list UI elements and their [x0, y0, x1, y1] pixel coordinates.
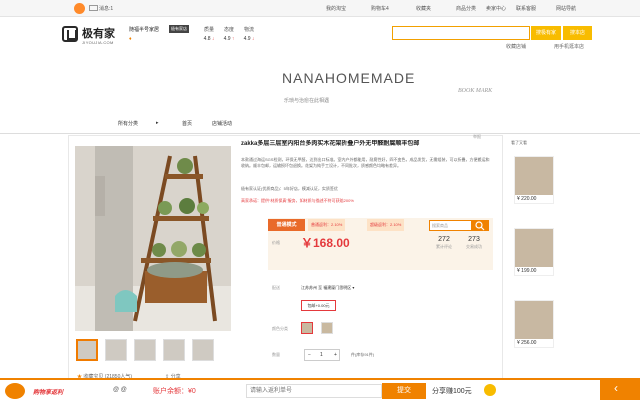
price-label: 价格: [272, 240, 280, 245]
quantity-plus-icon[interactable]: +: [334, 350, 337, 360]
shipping-option[interactable]: 包邮+0.00元: [301, 300, 336, 311]
product-title: zakka多层三层室内阳台多肉实木花架折叠户外无甲醛耐腐顺丰包邮: [241, 141, 420, 147]
sidebar-item-image: [515, 157, 553, 195]
quantity-value[interactable]: 1: [320, 350, 323, 360]
sidebar-title: 看了又看: [511, 140, 527, 145]
color-swatch-1[interactable]: [301, 322, 313, 334]
order-number-input[interactable]: [247, 385, 381, 397]
product-warranty: 高家承诺：提供“材质保真”服务，如材质与描述不符可获赔200%: [241, 198, 354, 203]
sidebar-item-image: [515, 229, 553, 267]
thumbnail-2[interactable]: [105, 339, 127, 361]
plant-shelf-illustration: [75, 146, 231, 331]
quantity-label: 数量: [272, 352, 280, 357]
search-box[interactable]: [392, 26, 530, 40]
sidebar-item-price: ¥ 220.00: [517, 196, 537, 202]
stock-info: 件(库存91件): [351, 352, 375, 357]
nav-arrow-icon[interactable]: ▸: [156, 120, 159, 126]
top-link-my-taobao[interactable]: 我的淘宝: [326, 5, 346, 12]
sidebar-item-price: ¥ 256.00: [517, 340, 537, 346]
user-avatar[interactable]: [74, 3, 85, 14]
mail-icon[interactable]: [89, 5, 98, 11]
order-number-field[interactable]: [246, 384, 382, 398]
tab-normal-mode[interactable]: 普通模式: [268, 219, 305, 231]
nav-all-categories[interactable]: 所有分类: [118, 120, 138, 127]
rating-attitude: 态度 4.9 ↑: [223, 27, 235, 42]
thumbnail-1[interactable]: [76, 339, 98, 361]
cart-icon[interactable]: [5, 383, 25, 399]
quantity-stepper[interactable]: − 1 +: [304, 349, 340, 361]
rating-logistics: 物流 4.9 ↓: [243, 27, 255, 42]
search-input[interactable]: [393, 27, 529, 39]
tab-normal-rebate[interactable]: 普通返利：2.10%: [308, 219, 346, 231]
arrow-left-icon: ‹: [614, 381, 618, 395]
banner-title: NANAHOMEMADE: [282, 70, 416, 86]
shop-nav: 所有分类 ▸ 首页 店铺活动: [0, 113, 640, 134]
rating-quality: 质量 4.8 ↓: [203, 27, 215, 42]
shop-level-icon: ♦: [129, 36, 132, 42]
review-count[interactable]: 272 累计评论: [432, 236, 456, 250]
product-certification: 极有家认证(优质商品)：5年好店，模减认证，实质签优: [241, 186, 338, 191]
top-link-categories[interactable]: 商品分类: [456, 5, 476, 12]
sidebar-item-price: ¥ 199.00: [517, 268, 537, 274]
shop-name[interactable]: 随福半号家居: [129, 26, 159, 33]
thumbnail-4[interactable]: [163, 339, 185, 361]
submit-button[interactable]: 提交: [382, 383, 426, 399]
logo-icon[interactable]: [62, 26, 78, 42]
tab-super-rebate[interactable]: 超级返利：2.10%: [367, 219, 405, 231]
color-swatch-2[interactable]: [321, 322, 333, 334]
top-link-cart[interactable]: 购物车4: [371, 5, 389, 12]
promo-search-input[interactable]: 搜索商品: [429, 220, 473, 231]
sales-count[interactable]: 273 交易成功: [462, 236, 486, 250]
product-price: ￥168.00: [301, 236, 350, 250]
thumbnail-3[interactable]: [134, 339, 156, 361]
product-description: 本款通过海运SGS检测，环保无甲醛，达到出口标准。室内户外都能用，耐腐性好，四不…: [241, 157, 490, 168]
account-handle: @ @: [113, 387, 127, 393]
rebate-bar: 购物享返利 @ @ 账户余额：¥0 提交 分享赚100元: [0, 378, 640, 400]
person-icon[interactable]: [484, 384, 496, 396]
nav-promotions[interactable]: 店铺活动: [212, 120, 232, 127]
favorite-shop-link[interactable]: 收藏店铺: [506, 43, 526, 50]
logo-subtitle: JIYOUJIA.COM: [82, 40, 114, 45]
header: 极有家 JIYOUJIA.COM 随福半号家居 极有家店 ♦ 质量 4.8 ↓ …: [0, 17, 640, 57]
account-balance: 账户余额：¥0: [153, 388, 196, 395]
sidebar-item[interactable]: ¥ 256.00: [514, 300, 554, 348]
banner-mark: BOOK MARK: [458, 88, 493, 94]
sidebar-item[interactable]: ¥ 220.00: [514, 156, 554, 204]
shop-badge: 极有家店: [169, 25, 189, 33]
top-bar: 消息:1 我的淘宝 购物车4 收藏夹 商品分类 卖家中心 联系客服 网站导航: [0, 0, 640, 17]
promo-search-icon[interactable]: [471, 220, 489, 231]
top-link-sitenav[interactable]: 网站导航: [556, 5, 576, 12]
sidebar-item[interactable]: ¥ 199.00: [514, 228, 554, 276]
shipping-label: 配送: [272, 285, 280, 290]
search-shop-button[interactable]: 搜本店: [563, 26, 592, 40]
quantity-minus-icon[interactable]: −: [308, 350, 311, 360]
search-all-button[interactable]: 搜极有家: [531, 26, 561, 40]
collapse-bar-button[interactable]: ‹: [600, 378, 640, 400]
thumbnail-5[interactable]: [192, 339, 214, 361]
logo-name[interactable]: 极有家: [82, 25, 115, 41]
color-label: 颜色分类: [272, 326, 288, 331]
shipping-destination[interactable]: 江苏苏州 至 福建厦门思明区 ▾: [301, 285, 354, 291]
mobile-shop-link[interactable]: 用手机逛本店: [554, 43, 584, 50]
sidebar-item-image: [515, 301, 553, 339]
top-link-seller[interactable]: 卖家中心: [486, 5, 506, 12]
product-main-image[interactable]: [75, 146, 231, 331]
rebate-label: 购物享返利: [33, 390, 64, 396]
nav-home[interactable]: 首页: [182, 120, 192, 127]
share-earn-link[interactable]: 分享赚100元: [432, 386, 472, 396]
messages-link[interactable]: 消息:1: [99, 5, 113, 12]
banner-subtitle: 乐琐与治愈在此相遇: [284, 98, 330, 104]
top-link-favorites[interactable]: 收藏夹: [416, 5, 431, 12]
top-link-service[interactable]: 联系客服: [516, 5, 536, 12]
